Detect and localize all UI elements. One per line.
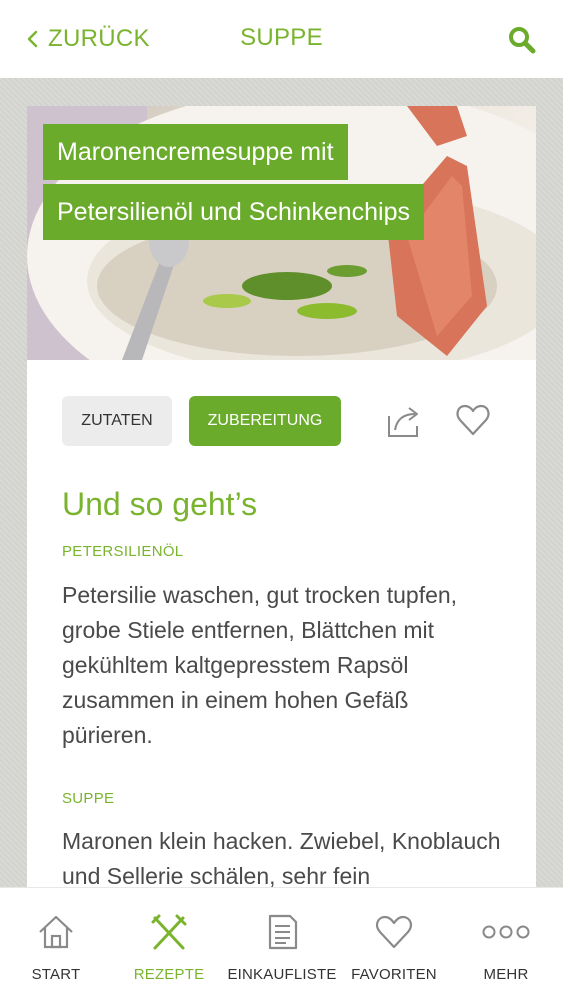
share-icon[interactable] xyxy=(385,402,425,440)
nav-label: MEHR xyxy=(483,966,529,983)
recipe-title-line-1: Maronencremesuppe mit xyxy=(43,124,348,180)
recipe-card: Maronencremesuppe mit Petersilienöl und … xyxy=(27,106,536,906)
search-icon[interactable] xyxy=(507,25,537,55)
nav-label: REZEPTE xyxy=(133,966,205,983)
heart-icon[interactable] xyxy=(455,402,491,438)
recipe-title-line-2: Petersilienöl und Schinkenchips xyxy=(43,184,424,240)
chevron-left-icon xyxy=(27,30,38,48)
back-button[interactable]: ZURÜCK xyxy=(26,24,150,54)
fork-knife-icon xyxy=(151,914,187,950)
tab-ingredients[interactable]: ZUTATEN xyxy=(62,396,172,446)
top-bar: ZURÜCK SUPPE xyxy=(0,0,563,78)
nav-label: START xyxy=(31,966,81,983)
section-heading: Und so geht’s xyxy=(62,486,258,522)
nav-item-more[interactable]: MEHR xyxy=(452,888,560,1000)
recipe-image: Maronencremesuppe mit Petersilienöl und … xyxy=(27,106,536,360)
tab-preparation[interactable]: ZUBEREITUNG xyxy=(189,396,341,446)
nav-item-favorites[interactable]: FAVORITEN xyxy=(340,888,448,1000)
bottom-navigation: START REZEPTE EINKAUFLISTE FAVORITEN MEH… xyxy=(0,887,563,1000)
list-icon xyxy=(268,914,298,950)
back-label: ZURÜCK xyxy=(48,25,150,52)
nav-item-start[interactable]: START xyxy=(2,888,110,1000)
step-text: Maronen klein hacken. Zwiebel, Knoblauch… xyxy=(62,828,501,889)
nav-label: EINKAUFLISTE xyxy=(227,966,337,983)
nav-label: FAVORITEN xyxy=(351,966,437,983)
home-icon xyxy=(39,915,73,949)
heart-icon xyxy=(376,915,412,949)
step-label: PETERSILIENÖL xyxy=(62,543,184,560)
more-dots-icon xyxy=(482,925,530,939)
step-text: Petersilie waschen, gut trocken tupfen, … xyxy=(62,582,458,748)
nav-item-recipes[interactable]: REZEPTE xyxy=(114,888,224,1000)
nav-item-shopping-list[interactable]: EINKAUFLISTE xyxy=(226,888,338,1000)
step-label: SUPPE xyxy=(62,790,115,807)
